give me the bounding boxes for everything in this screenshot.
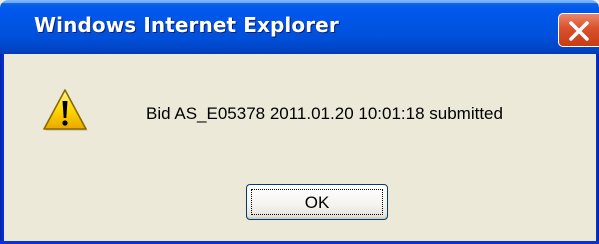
window-frame-left <box>0 54 4 244</box>
ok-button[interactable]: OK <box>246 184 388 220</box>
window-title: Windows Internet Explorer <box>34 13 339 37</box>
close-button[interactable] <box>558 13 599 47</box>
warning-icon <box>43 89 88 131</box>
alert-dialog: Windows Internet Explorer Bid AS_E05378 … <box>0 0 599 244</box>
close-icon <box>569 21 589 41</box>
alert-message: Bid AS_E05378 2011.01.20 10:01:18 submit… <box>146 104 503 123</box>
ok-button-label: OK <box>304 193 330 212</box>
title-bar[interactable]: Windows Internet Explorer <box>0 0 599 54</box>
